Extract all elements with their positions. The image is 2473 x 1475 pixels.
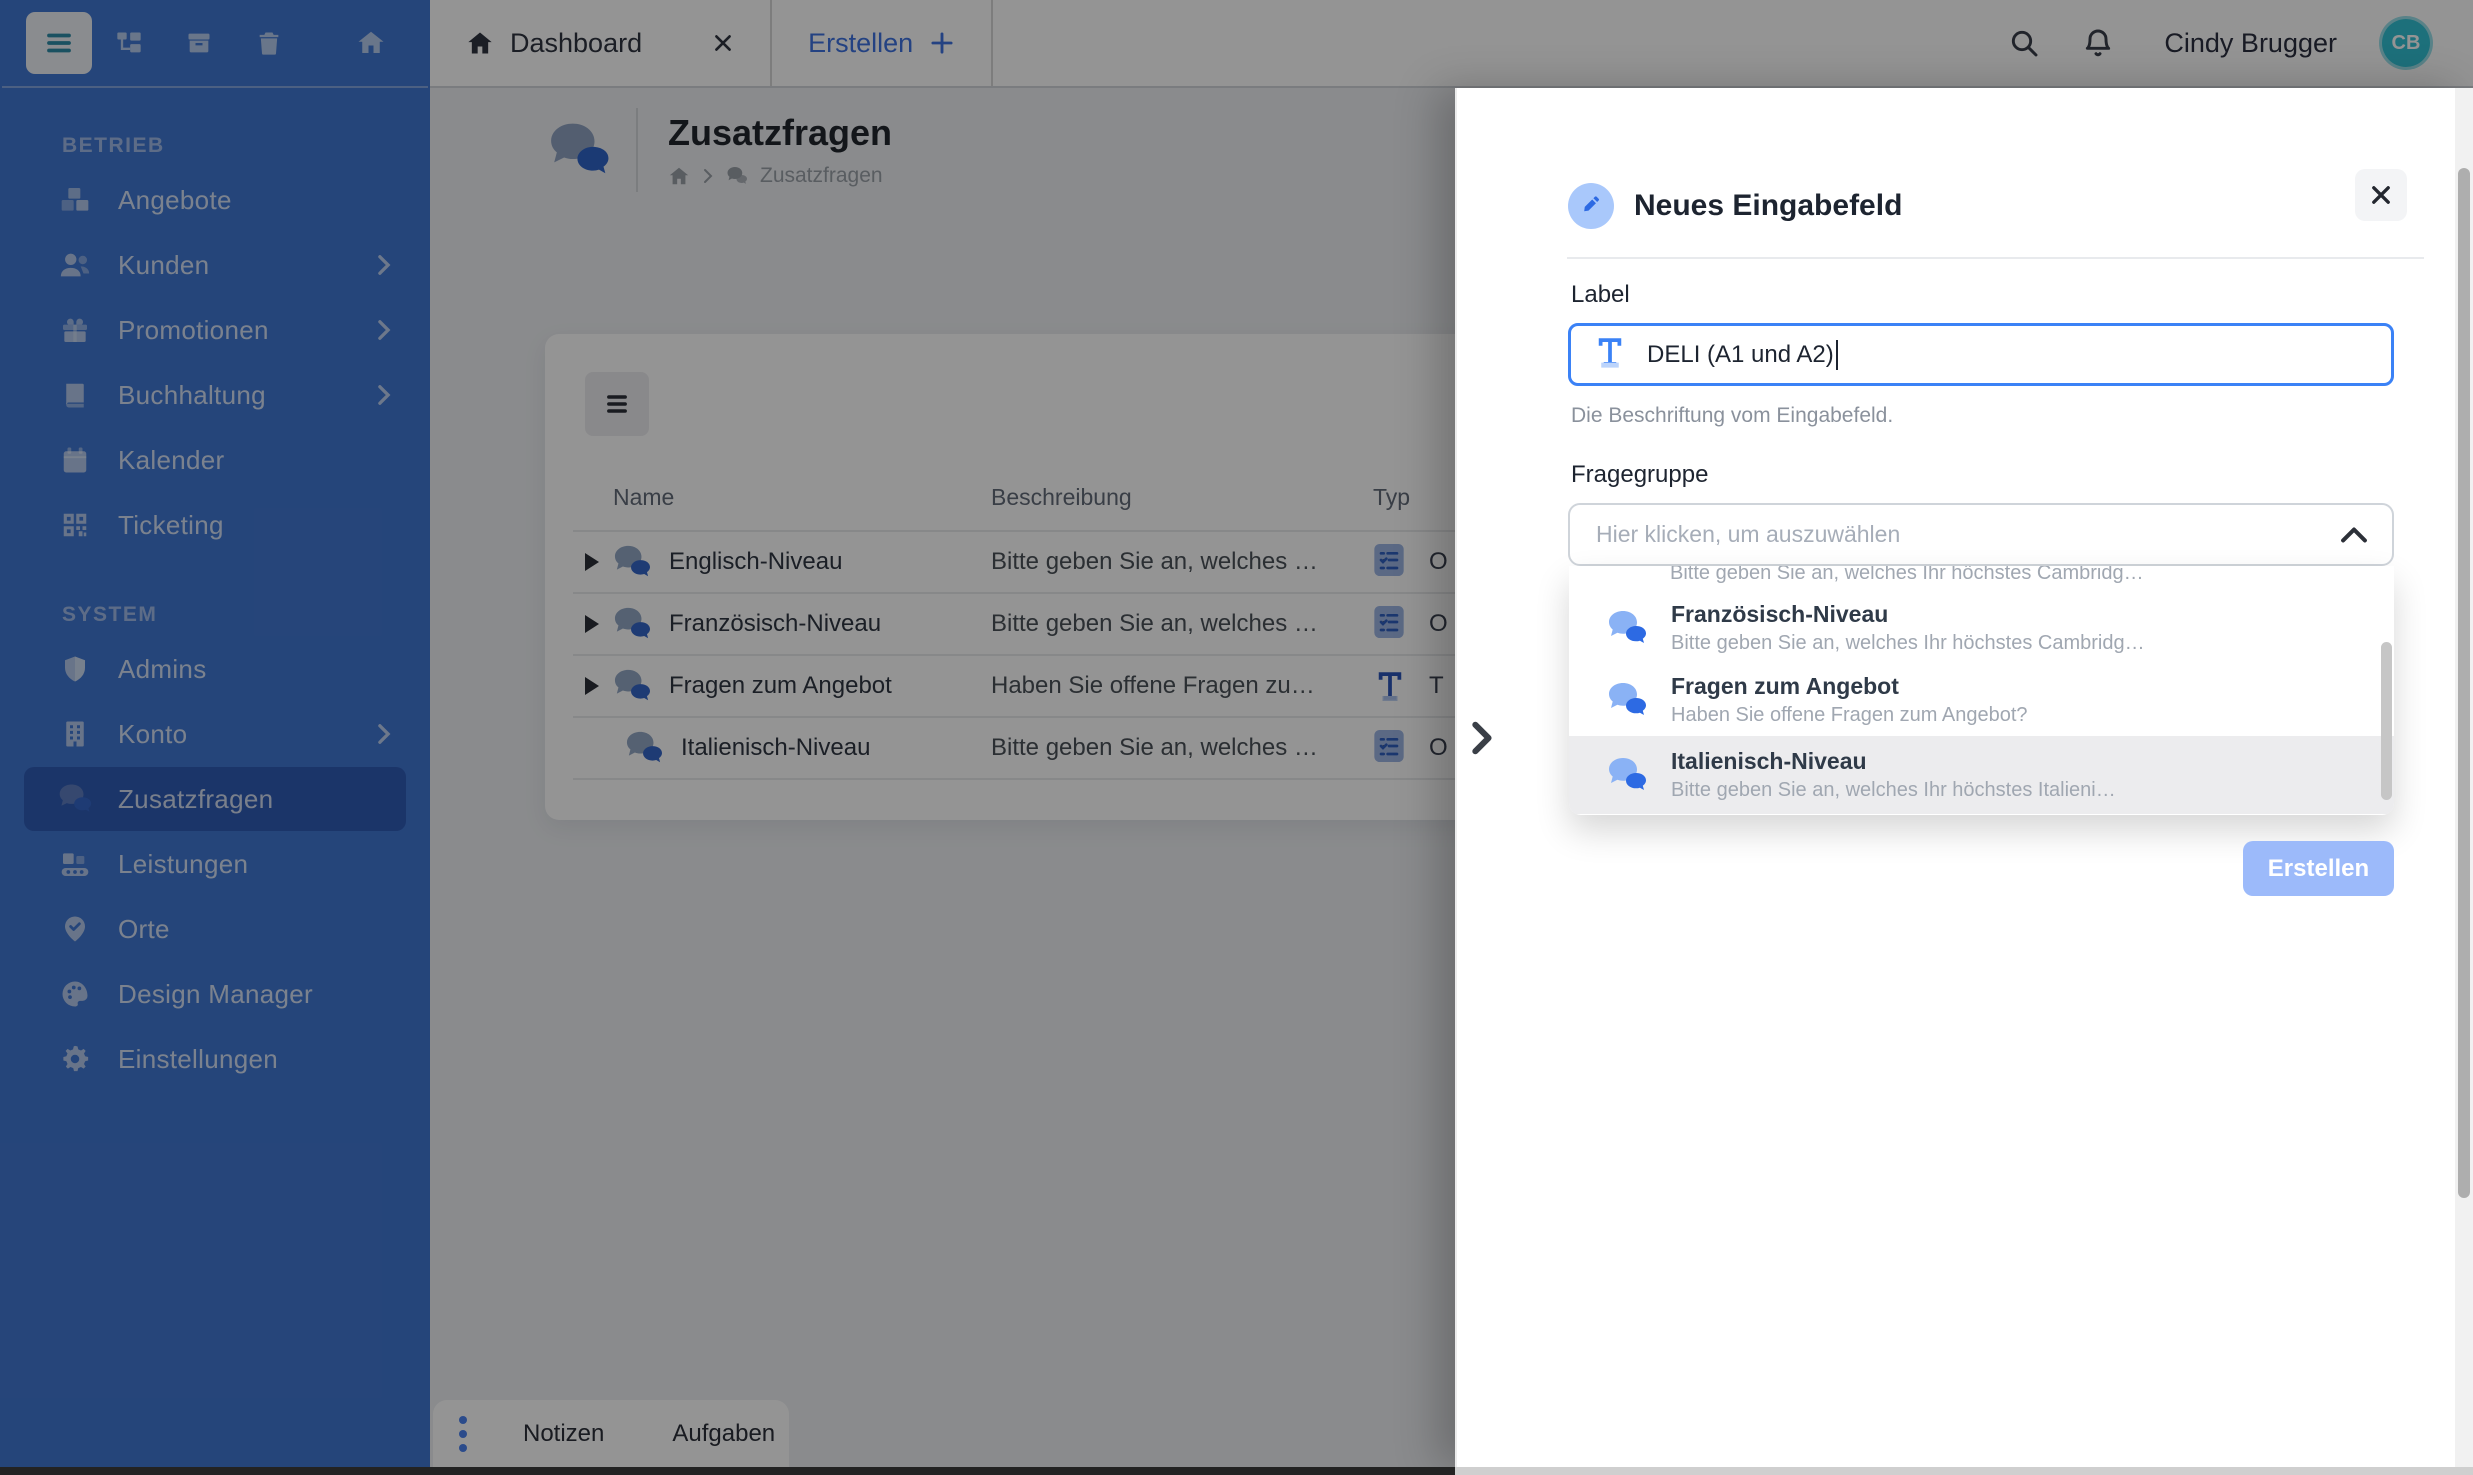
- text-caret: [1835, 339, 1838, 370]
- drawer-title: Neues Eingabefeld: [1634, 189, 1903, 222]
- dropdown-item-description: Bitte geben Sie an, welches Ihr höchstes…: [1671, 632, 2145, 654]
- window-bottom-edge: [1455, 1467, 2473, 1475]
- dropdown-item-description: Haben Sie offene Fragen zum Angebot?: [1671, 704, 2028, 726]
- dropdown-item-name: Italienisch-Niveau: [1671, 748, 1867, 774]
- chat-icon: [1607, 756, 1647, 794]
- modal-backdrop[interactable]: [1455, 0, 2473, 88]
- label-input-value: DELI (A1 und A2): [1647, 340, 1834, 368]
- dropdown-item-name: Französisch-Niveau: [1671, 601, 1889, 627]
- window-bottom-edge: [0, 1467, 1455, 1475]
- create-field-drawer: Neues Eingabefeld Label DELI (A1 und A2)…: [1455, 88, 2473, 1467]
- dropdown-clipped-item[interactable]: Bitte geben Sie an, welches Ihr höchstes…: [1569, 566, 2394, 592]
- dropdown-item-name: Fragen zum Angebot: [1671, 673, 1899, 699]
- dropdown-item-franzoesisch[interactable]: Französisch-Niveau Bitte geben Sie an, w…: [1569, 592, 2394, 664]
- modal-backdrop[interactable]: [0, 0, 1455, 1475]
- label-help-text: Die Beschriftung vom Eingabefeld.: [1571, 404, 1894, 427]
- divider: [1567, 257, 2424, 259]
- text-type-icon: [1595, 335, 1625, 374]
- label-field-label: Label: [1571, 281, 1630, 308]
- chat-icon: [1607, 681, 1647, 719]
- pencil-bubble-icon: [1568, 183, 1614, 229]
- select-placeholder: Hier klicken, um auszuwählen: [1596, 521, 1901, 547]
- drawer-scrollbar-thumb[interactable]: [2458, 168, 2470, 1198]
- chat-icon: [1607, 609, 1647, 647]
- fragegruppe-dropdown: Bitte geben Sie an, welches Ihr höchstes…: [1569, 566, 2394, 815]
- chevron-up-icon: [2340, 526, 2368, 544]
- erstellen-button[interactable]: Erstellen: [2243, 841, 2394, 896]
- drawer-header: Neues Eingabefeld: [1568, 180, 2393, 232]
- dropdown-item-italienisch[interactable]: Italienisch-Niveau Bitte geben Sie an, w…: [1569, 736, 2394, 814]
- dropdown-item-fragen-zum-angebot[interactable]: Fragen zum Angebot Haben Sie offene Frag…: [1569, 664, 2394, 736]
- group-field-label: Fragegruppe: [1571, 461, 1709, 488]
- dropdown-item-description: Bitte geben Sie an, welches Ihr höchstes…: [1671, 779, 2116, 801]
- dropdown-scrollbar[interactable]: [2381, 642, 2392, 800]
- close-icon[interactable]: [2355, 169, 2407, 221]
- clipped-description: Bitte geben Sie an, welches Ihr höchstes…: [1670, 566, 2144, 584]
- fragegruppe-select[interactable]: Hier klicken, um auszuwählen: [1568, 503, 2394, 566]
- collapse-drawer-icon[interactable]: [1461, 716, 1501, 760]
- label-input[interactable]: DELI (A1 und A2): [1568, 323, 2394, 386]
